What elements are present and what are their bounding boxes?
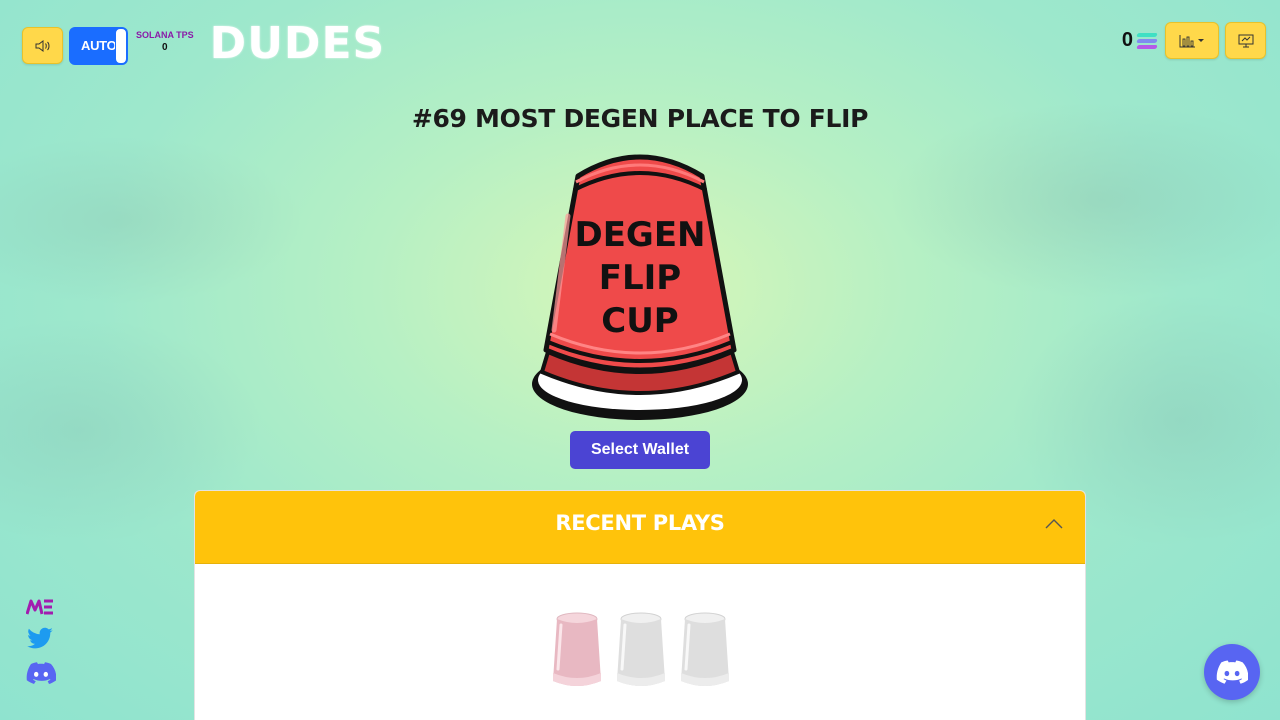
magic-eden-icon[interactable]	[26, 598, 54, 616]
pink-cup-icon	[553, 612, 601, 686]
white-cup-icon	[681, 612, 729, 686]
auto-toggle[interactable]: AUTO	[69, 26, 128, 65]
recent-plays-cups	[549, 611, 733, 689]
auto-label: AUTO	[81, 38, 117, 53]
recent-plays-panel: RECENT PLAYS	[194, 490, 1086, 720]
bar-chart-icon	[1179, 34, 1204, 47]
discord-icon	[1216, 660, 1248, 684]
stats-dropdown-button[interactable]	[1165, 22, 1219, 59]
site-logo[interactable]: DUDES	[210, 18, 386, 69]
speaker-icon	[35, 39, 49, 52]
recent-plays-title: RECENT PLAYS	[555, 511, 725, 535]
top-left-toolbar: AUTO SOLANA TPS 0 DUDES	[22, 18, 385, 69]
cup-line-1: DEGEN	[574, 215, 705, 255]
discord-icon[interactable]	[26, 662, 56, 684]
balance-value: 0	[1121, 29, 1133, 51]
tps-label: SOLANA TPS	[136, 30, 194, 40]
monitor-icon	[1238, 34, 1253, 47]
cup-icon: DEGEN FLIP CUP	[532, 154, 748, 420]
select-wallet-button[interactable]: Select Wallet	[570, 431, 710, 469]
solana-icon	[1136, 32, 1158, 49]
solana-tps: SOLANA TPS 0	[136, 30, 194, 53]
degen-flip-cup-image[interactable]: DEGEN FLIP CUP	[528, 146, 752, 424]
social-links	[26, 598, 56, 684]
discord-chat-button[interactable]	[1204, 644, 1260, 700]
page-headline: #69 MOST DEGEN PLACE TO FLIP	[411, 104, 869, 133]
recent-plays-header[interactable]: RECENT PLAYS	[195, 491, 1085, 564]
cup-line-2: FLIP	[599, 258, 681, 298]
screen-button[interactable]	[1225, 22, 1266, 59]
white-cup-icon	[617, 612, 665, 686]
chevron-up-icon[interactable]	[1045, 519, 1063, 529]
auto-toggle-knob	[115, 27, 127, 64]
sound-button[interactable]	[22, 27, 63, 64]
balance-display: 0	[1121, 29, 1158, 52]
twitter-icon[interactable]	[26, 627, 54, 651]
cup-line-3: CUP	[601, 301, 678, 341]
tps-value: 0	[162, 42, 168, 53]
top-right-toolbar: 0	[1122, 22, 1266, 59]
